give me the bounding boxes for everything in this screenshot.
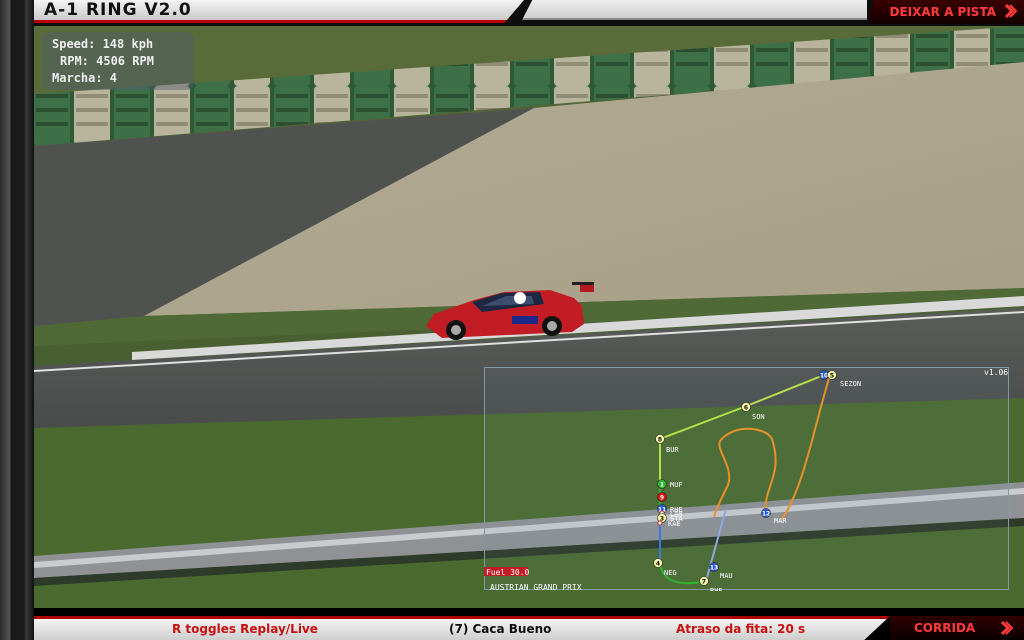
driver-number: 10 (820, 372, 828, 379)
driver-code: RHE (710, 587, 723, 591)
driver-code: MAU (720, 572, 733, 580)
top-bar: A-1 RING V2.0 DEIXAR A PISTA (34, 0, 1024, 26)
driver-marker: 10 (819, 370, 829, 380)
race-label: CORRIDA (914, 621, 976, 635)
driver-number: 8 (658, 436, 662, 443)
driver-number: 1 (660, 481, 664, 488)
title-plate: A-1 RING V2.0 (34, 0, 524, 23)
telemetry-hud: Speed: 148 kph RPM: 4506 RPM Marcha: 4 (42, 32, 194, 90)
title-plate-extension (522, 0, 867, 20)
driver-number: 12 (762, 510, 770, 517)
driver-number: 5 (830, 372, 834, 379)
checkered-chevron-icon (1004, 4, 1018, 18)
driver-number: 13 (710, 564, 718, 571)
driver-code: NEG (664, 569, 677, 577)
map-version: v1.06 (984, 368, 1008, 377)
gear-readout: Marcha: 4 (52, 71, 118, 85)
driver-code: BUR (666, 446, 679, 454)
replay-toggle-hint: R toggles Replay/Live (172, 622, 318, 636)
rpm-readout: RPM: 4506 RPM (60, 54, 154, 68)
race-button[interactable]: CORRIDA (890, 616, 1024, 640)
driver-code: MUF (670, 481, 683, 489)
fuel-label: Fuel 30.0 (486, 568, 530, 577)
checkered-chevron-icon (1000, 621, 1014, 635)
bottom-bar: R toggles Replay/Live (7) Caca Bueno Atr… (34, 608, 1024, 640)
window-title: A-1 RING V2.0 (44, 0, 192, 20)
viewed-driver: (7) Caca Bueno (449, 622, 552, 636)
track-map: v1.06 Fuel 30.0 AUSTRIAN GRAND PRIX 1 MUF… (484, 367, 1009, 591)
driver-marker: 1 MUF (657, 479, 683, 489)
driver-number: 6 (744, 404, 748, 411)
driver-code: KAE (668, 520, 681, 528)
event-label: AUSTRIAN GRAND PRIX (490, 583, 582, 591)
driver-number: 7 (702, 578, 706, 585)
driver-code: SON (752, 413, 765, 421)
driver-code: SEZON (840, 380, 861, 388)
exit-track-button[interactable]: DEIXAR A PISTA (868, 0, 1024, 24)
driver-number: 4 (656, 560, 660, 567)
status-plate: R toggles Replay/Live (7) Caca Bueno Atr… (34, 616, 890, 640)
exit-track-label: DEIXAR A PISTA (889, 5, 997, 19)
tape-delay: Atraso da fita: 20 s (676, 622, 806, 636)
speed-readout: Speed: 148 kph (52, 37, 154, 51)
left-frame (0, 0, 34, 640)
driver-number: 9 (660, 494, 664, 501)
driver-code: MAR (774, 517, 787, 525)
driver-dot (657, 520, 663, 526)
race-viewport: v1.06 Fuel 30.0 AUSTRIAN GRAND PRIX 1 MUF… (34, 26, 1024, 608)
driver-marker: 9 (657, 492, 667, 502)
